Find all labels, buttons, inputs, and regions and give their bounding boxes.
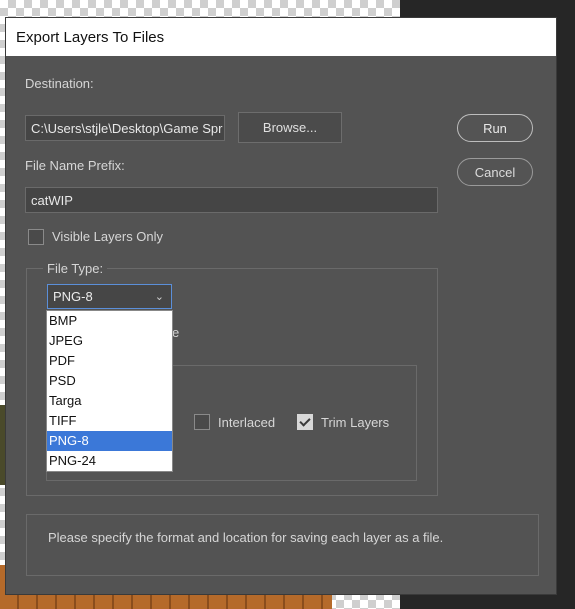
file-type-option-psd[interactable]: PSD <box>47 371 172 391</box>
browse-button[interactable]: Browse... <box>238 112 342 143</box>
destination-label: Destination: <box>25 76 94 91</box>
file-type-option-pdf[interactable]: PDF <box>47 351 172 371</box>
export-layers-dialog: Export Layers To Files Destination: C:\U… <box>5 17 557 595</box>
file-type-selected-value: PNG-8 <box>53 289 93 304</box>
visible-layers-only-label[interactable]: Visible Layers Only <box>52 229 163 244</box>
file-name-prefix-input[interactable]: catWIP <box>25 187 438 213</box>
file-type-option-png24[interactable]: PNG-24 <box>47 451 172 471</box>
interlaced-label[interactable]: Interlaced <box>218 415 275 430</box>
info-box <box>26 514 539 576</box>
file-type-select[interactable]: PNG-8 ⌄ <box>47 284 172 309</box>
hidden-option-label: e <box>172 325 180 340</box>
dialog-title: Export Layers To Files <box>16 28 165 46</box>
file-type-option-bmp[interactable]: BMP <box>47 311 172 331</box>
file-name-prefix-label: File Name Prefix: <box>25 158 125 173</box>
file-type-option-targa[interactable]: Targa <box>47 391 172 411</box>
cancel-button[interactable]: Cancel <box>457 158 533 186</box>
info-text: Please specify the format and location f… <box>48 530 444 545</box>
trim-layers-checkbox[interactable] <box>297 414 313 430</box>
run-button[interactable]: Run <box>457 114 533 142</box>
file-type-legend: File Type: <box>43 261 108 276</box>
file-type-option-jpeg[interactable]: JPEG <box>47 331 172 351</box>
visible-layers-only-checkbox[interactable] <box>28 229 44 245</box>
chevron-down-icon: ⌄ <box>154 291 164 303</box>
interlaced-checkbox[interactable] <box>194 414 210 430</box>
dialog-title-bar[interactable]: Export Layers To Files <box>6 18 556 56</box>
file-type-dropdown-list: BMP JPEG PDF PSD Targa TIFF PNG-8 PNG-24 <box>46 310 173 472</box>
trim-layers-label[interactable]: Trim Layers <box>321 415 389 430</box>
file-type-option-png8[interactable]: PNG-8 <box>47 431 172 451</box>
destination-field[interactable]: C:\Users\stjle\Desktop\Game Spr <box>25 115 225 141</box>
file-type-option-tiff[interactable]: TIFF <box>47 411 172 431</box>
